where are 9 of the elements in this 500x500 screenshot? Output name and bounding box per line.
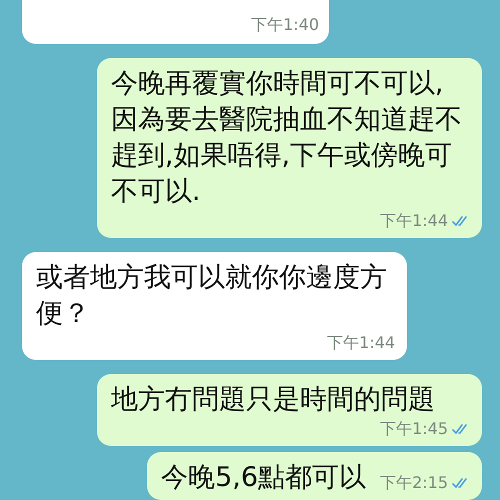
message-time: 下午1:40 <box>251 14 319 36</box>
message-time: 下午2:15 <box>380 472 448 494</box>
message-time: 下午1:44 <box>380 210 448 232</box>
message-time: 下午1:44 <box>327 332 396 354</box>
message-text: 或者地方我可以就你你邊度方便？ <box>36 261 388 331</box>
message-text: 地方冇問題只是時間的問題 <box>110 383 435 417</box>
message-time: 下午1:45 <box>380 418 448 440</box>
message-text: 今晚5,6點都可以 <box>161 461 366 495</box>
message-text: 今晚再覆實你時間可不可以,因為要去醫院抽血不知道趕不趕到,如果唔得,下午或傍晚可不可以. <box>110 67 463 209</box>
